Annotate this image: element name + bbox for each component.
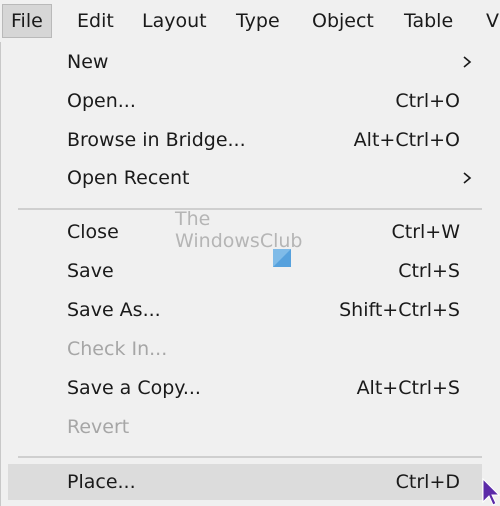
menu-item-shortcut: Alt+Ctrl+O — [353, 129, 460, 151]
menu-item-label: Close — [67, 221, 119, 243]
menu-item-label: Save a Copy... — [67, 377, 201, 399]
menu-bar: File Edit Layout Type Object Table Vi — [0, 0, 500, 42]
menu-item-shortcut: Ctrl+S — [398, 260, 460, 282]
windows-logo-icon — [273, 249, 291, 267]
mouse-cursor-icon — [482, 478, 500, 506]
menu-layout[interactable]: Layout — [142, 4, 207, 38]
menu-item-label: Browse in Bridge... — [67, 129, 246, 151]
menu-item-check-in: Check In... — [8, 331, 482, 367]
menu-object[interactable]: Object — [312, 4, 374, 38]
menu-item-save-as[interactable]: Save As... Shift+Ctrl+S — [8, 292, 482, 328]
chevron-right-icon — [463, 56, 472, 68]
chevron-right-icon — [463, 172, 472, 184]
menu-item-save-a-copy[interactable]: Save a Copy... Alt+Ctrl+S — [8, 370, 482, 406]
menu-item-label: New — [67, 51, 109, 73]
menu-file[interactable]: File — [2, 4, 52, 38]
menu-item-label: Check In... — [67, 338, 168, 360]
menu-item-shortcut: Ctrl+D — [395, 471, 460, 493]
watermark-text: The WindowsClub — [175, 208, 302, 252]
menu-item-label: Open Recent — [67, 167, 190, 189]
menu-item-browse-in-bridge[interactable]: Browse in Bridge... Alt+Ctrl+O — [8, 122, 482, 158]
menu-item-revert: Revert — [8, 409, 482, 445]
menu-separator — [18, 456, 482, 458]
menu-item-place[interactable]: Place... Ctrl+D — [8, 464, 482, 500]
menu-item-shortcut: Shift+Ctrl+S — [339, 299, 460, 321]
menu-item-open-recent[interactable]: Open Recent — [8, 160, 482, 196]
menu-item-open[interactable]: Open... Ctrl+O — [8, 83, 482, 119]
menu-item-label: Revert — [67, 416, 130, 438]
menu-item-new[interactable]: New — [8, 44, 482, 80]
menu-type[interactable]: Type — [236, 4, 280, 38]
menu-table[interactable]: Table — [404, 4, 453, 38]
menu-edit[interactable]: Edit — [77, 4, 114, 38]
menu-view[interactable]: Vi — [486, 4, 500, 38]
menu-item-label: Save — [67, 260, 114, 282]
menu-item-label: Place... — [67, 471, 136, 493]
menu-item-save[interactable]: Save Ctrl+S — [8, 253, 482, 289]
menu-item-shortcut: Alt+Ctrl+S — [356, 377, 460, 399]
watermark-line-1: The — [175, 208, 211, 230]
menu-item-label: Save As... — [67, 299, 161, 321]
menu-item-shortcut: Ctrl+O — [395, 90, 460, 112]
menu-item-label: Open... — [67, 90, 136, 112]
menu-item-shortcut: Ctrl+W — [391, 221, 460, 243]
file-menu-dropdown: New Open... Ctrl+O Browse in Bridge... A… — [0, 42, 500, 506]
